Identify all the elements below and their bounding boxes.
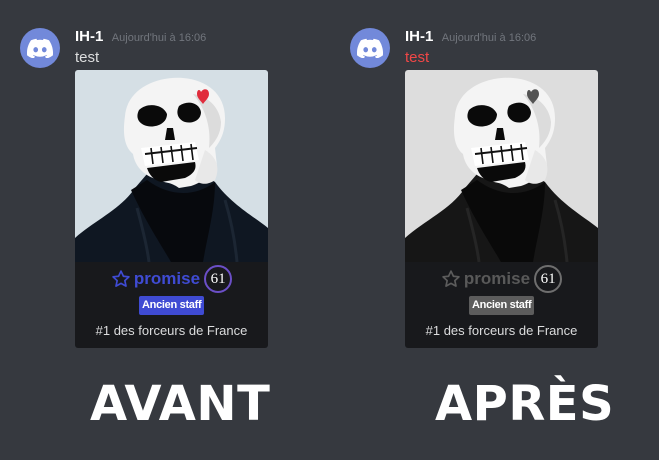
card-name-row: promise 61 bbox=[405, 262, 598, 296]
discord-logo-icon bbox=[357, 38, 383, 58]
card-name: promise bbox=[463, 269, 531, 288]
card-name: promise bbox=[133, 269, 201, 288]
card-name-row: promise 61 bbox=[75, 262, 268, 296]
timestamp: Aujourd'hui à 16:06 bbox=[111, 32, 207, 44]
level-badge: 61 bbox=[204, 265, 233, 293]
profile-photo bbox=[75, 70, 268, 262]
profile-card[interactable]: promise 61 Ancien staff #1 des forceurs … bbox=[405, 70, 598, 348]
level-badge: 61 bbox=[534, 265, 563, 293]
role-badge: Ancien staff bbox=[139, 296, 205, 315]
star-outline-icon bbox=[111, 269, 131, 289]
card-description: #1 des forceurs de France bbox=[95, 323, 248, 338]
role-badge: Ancien staff bbox=[469, 296, 535, 315]
star-outline-icon bbox=[441, 269, 461, 289]
profile-card[interactable]: promise 61 Ancien staff #1 des forceurs … bbox=[75, 70, 268, 348]
username[interactable]: IH-1 bbox=[75, 28, 103, 45]
message-content: test bbox=[405, 49, 430, 66]
message-content: test bbox=[75, 49, 100, 66]
avatar[interactable] bbox=[350, 28, 390, 68]
username[interactable]: IH-1 bbox=[405, 28, 433, 45]
caption-after: APRÈS bbox=[435, 376, 615, 432]
card-description: #1 des forceurs de France bbox=[425, 323, 578, 338]
discord-logo-icon bbox=[27, 38, 53, 58]
avatar[interactable] bbox=[20, 28, 60, 68]
message-header: IH-1 Aujourd'hui à 16:06 bbox=[75, 28, 206, 46]
caption-before: AVANT bbox=[90, 376, 271, 432]
message-header: IH-1 Aujourd'hui à 16:06 bbox=[405, 28, 536, 46]
timestamp: Aujourd'hui à 16:06 bbox=[441, 32, 537, 44]
profile-photo bbox=[405, 70, 598, 262]
